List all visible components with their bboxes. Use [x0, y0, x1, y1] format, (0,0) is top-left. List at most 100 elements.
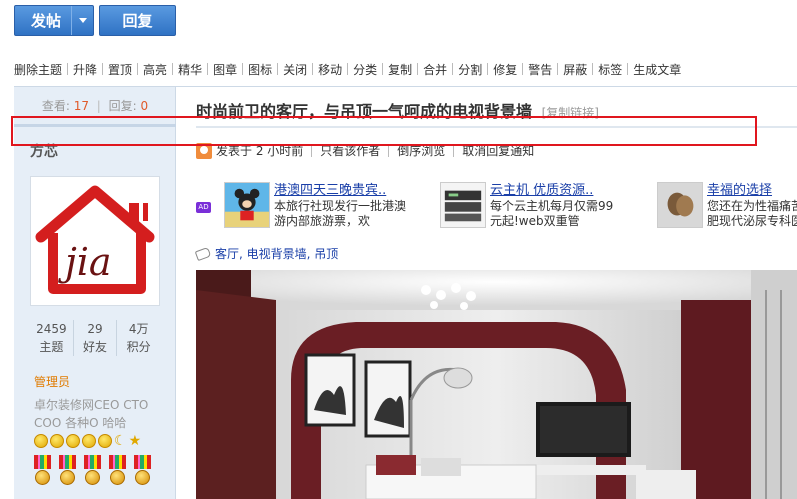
ad-thumbnail[interactable] — [657, 182, 703, 228]
post-image[interactable] — [196, 270, 797, 499]
toolbar-divider — [487, 63, 489, 75]
post-button[interactable]: 发帖 — [14, 5, 94, 36]
star-icon: ★ — [128, 433, 142, 449]
tag-list[interactable]: 客厅, 电视背景墙, 吊顶 — [215, 245, 338, 262]
logo-text: jia — [58, 240, 112, 284]
user-role[interactable]: 管理员 — [34, 373, 70, 390]
ad-description: 您还在为性福痛苦 肥现代泌尿专科医 — [707, 199, 797, 229]
highlight-box — [11, 116, 757, 146]
ad-item[interactable]: 云主机 优质资源.. 每个云主机每月仅需99 元起!web双重管 — [440, 182, 660, 229]
post-button-label: 发帖 — [31, 12, 62, 30]
ad-description: 每个云主机每月仅需99 元起!web双重管 — [490, 199, 660, 229]
tag-icon — [194, 246, 212, 261]
smiley-icon — [66, 434, 80, 448]
stat-topics-value: 2459 — [36, 322, 67, 336]
stat-friends-label: 好友 — [83, 340, 108, 354]
smiley-icon — [82, 434, 96, 448]
author-sidebar: 查看: 17 | 回复: 0 方芯 jia 2459 主题 29 好友 4万 积… — [14, 87, 176, 499]
toolbar-divider — [277, 63, 279, 75]
rank-icons: ☾ ★ — [34, 434, 141, 448]
user-bio: 卓尔装修网CEO CTO COO 各种O 哈哈 — [34, 398, 149, 430]
toolbar-divider — [452, 63, 454, 75]
toolbar-divider — [627, 63, 629, 75]
living-room-photo — [196, 270, 797, 499]
stat-points[interactable]: 4万 积分 — [117, 320, 160, 356]
tool-copy[interactable]: 复制 — [388, 61, 412, 78]
tool-icon[interactable]: 图标 — [248, 61, 272, 78]
tool-tags[interactable]: 标签 — [598, 61, 622, 78]
tool-digest[interactable]: 精华 — [178, 61, 202, 78]
tool-sticky[interactable]: 置顶 — [108, 61, 132, 78]
ad-description-line: 元起!web双重管 — [490, 214, 580, 228]
stat-friends-value: 29 — [87, 322, 103, 336]
replies-count: 0 — [140, 99, 149, 113]
tool-highlight[interactable]: 高亮 — [143, 61, 167, 78]
meta-divider — [388, 144, 390, 157]
ad-description-line: 游内部旅游票，欢 — [274, 214, 371, 228]
tool-split[interactable]: 分割 — [458, 61, 482, 78]
avatar[interactable]: jia — [30, 176, 160, 306]
stat-points-label: 积分 — [126, 340, 151, 354]
medals — [34, 455, 151, 486]
stats-divider: | — [96, 99, 101, 113]
toolbar-divider — [522, 63, 524, 75]
toolbar-divider — [207, 63, 209, 75]
ad-title[interactable]: 幸福的选择 — [707, 182, 797, 199]
tool-repair[interactable]: 修复 — [493, 61, 517, 78]
tool-block[interactable]: 屏蔽 — [563, 61, 587, 78]
medal-icon[interactable] — [59, 455, 76, 486]
toolbar-divider — [347, 63, 349, 75]
ad-title[interactable]: 港澳四天三晚贵宾.. — [274, 182, 439, 199]
stat-topics-label: 主题 — [39, 340, 64, 354]
meta-divider — [311, 144, 313, 157]
tool-warn[interactable]: 警告 — [528, 61, 552, 78]
post-tags: 客厅, 电视背景墙, 吊顶 — [194, 245, 338, 262]
tool-delete-topic[interactable]: 删除主题 — [14, 61, 62, 78]
toolbar-divider — [137, 63, 139, 75]
ad-title[interactable]: 云主机 优质资源.. — [490, 182, 660, 199]
moderation-toolbar: 删除主题 升降 置顶 高亮 精华 图章 图标 关闭 移动 分类 复制 合并 分割… — [14, 61, 681, 77]
ad-description-line: 您还在为性福痛苦 — [707, 199, 797, 213]
views-label: 查看: — [41, 99, 70, 113]
toolbar-divider — [67, 63, 69, 75]
ad-thumbnail[interactable] — [440, 182, 486, 228]
toolbar-divider — [172, 63, 174, 75]
toolbar-divider — [592, 63, 594, 75]
toolbar-divider — [242, 63, 244, 75]
smiley-icon — [50, 434, 64, 448]
tool-generate-article[interactable]: 生成文章 — [633, 61, 681, 78]
medal-icon[interactable] — [134, 455, 151, 486]
tool-merge[interactable]: 合并 — [423, 61, 447, 78]
smiley-icon — [98, 434, 112, 448]
reply-button[interactable]: 回复 — [99, 5, 176, 36]
ad-thumbnail[interactable] — [224, 182, 270, 228]
toolbar-divider — [417, 63, 419, 75]
meta-divider — [453, 144, 455, 157]
tool-category[interactable]: 分类 — [353, 61, 377, 78]
ad-item[interactable]: 幸福的选择 您还在为性福痛苦 肥现代泌尿专科医 — [657, 182, 797, 229]
tool-close[interactable]: 关闭 — [283, 61, 307, 78]
stat-friends[interactable]: 29 好友 — [74, 320, 118, 356]
ad-description-line: 本旅行社现发行一批港澳 — [274, 199, 407, 213]
moon-icon: ☾ — [114, 433, 127, 449]
ad-item[interactable]: 港澳四天三晚贵宾.. 本旅行社现发行一批港澳 游内部旅游票，欢 — [224, 182, 439, 229]
tool-stamp[interactable]: 图章 — [213, 61, 237, 78]
medal-icon[interactable] — [84, 455, 101, 486]
toolbar-divider — [557, 63, 559, 75]
ad-description-line: 肥现代泌尿专科医 — [707, 214, 797, 228]
tool-move[interactable]: 移动 — [318, 61, 342, 78]
medal-icon[interactable] — [34, 455, 51, 486]
ad-badge: AD — [196, 202, 211, 213]
ad-description: 本旅行社现发行一批港澳 游内部旅游票，欢 — [274, 199, 439, 229]
toolbar-divider — [312, 63, 314, 75]
smiley-icon — [34, 434, 48, 448]
stat-points-value: 4万 — [128, 322, 149, 336]
chevron-down-icon[interactable] — [71, 6, 93, 35]
stat-topics[interactable]: 2459 主题 — [30, 320, 74, 356]
toolbar-divider — [102, 63, 104, 75]
medal-icon[interactable] — [109, 455, 126, 486]
thread-stats: 查看: 17 | 回复: 0 — [14, 97, 176, 114]
reply-button-label: 回复 — [122, 12, 153, 30]
toolbar-divider — [382, 63, 384, 75]
tool-raise-lower[interactable]: 升降 — [73, 61, 97, 78]
